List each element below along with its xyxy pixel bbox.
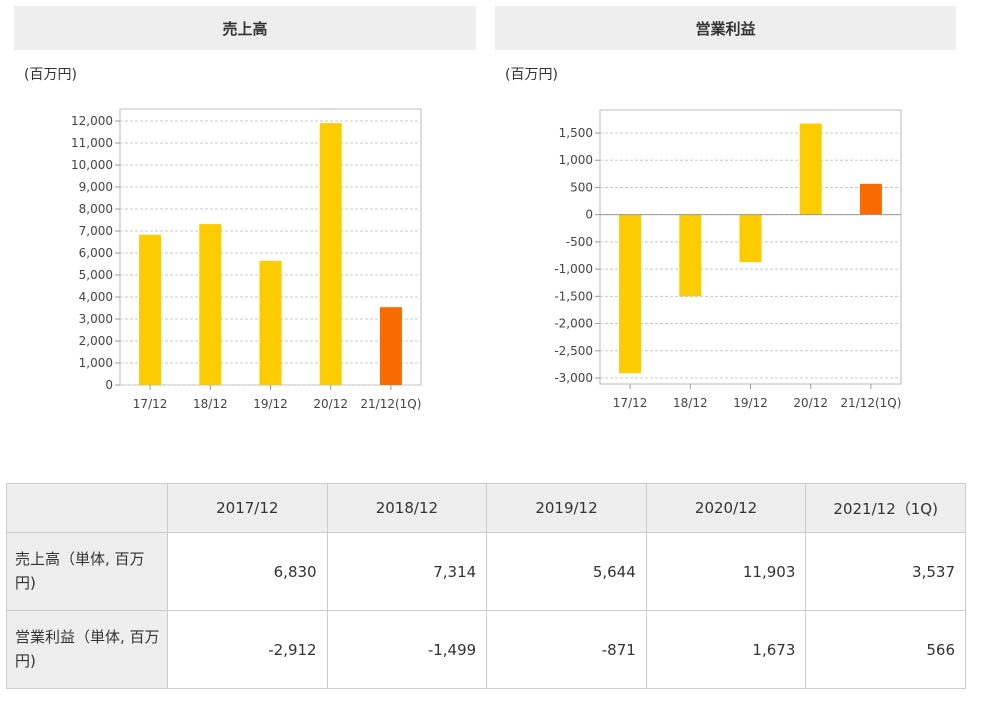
y-tick-label: -1,500 <box>554 289 593 303</box>
x-tick-label: 21/12(1Q) <box>840 396 901 410</box>
y-tick-label: -2,500 <box>554 344 593 358</box>
x-tick-label: 17/12 <box>613 396 648 410</box>
y-tick-label: -3,000 <box>554 371 593 385</box>
y-tick-label: 0 <box>585 208 593 222</box>
y-tick-label: -1,000 <box>554 262 593 276</box>
table-cell: 3,537 <box>805 532 966 611</box>
table-row-label: 営業利益（単体, 百万円) <box>6 610 168 689</box>
table-header-col-2020: 2020/12 <box>645 483 807 533</box>
table-cell: 566 <box>805 610 966 689</box>
table-row-sales: 売上高（単体, 百万円) 6,830 7,314 5,644 11,903 3,… <box>6 532 966 611</box>
table-header-col-2017: 2017/12 <box>167 483 328 533</box>
table-cell: 7,314 <box>326 532 488 611</box>
y-tick-label: -2,000 <box>554 317 593 331</box>
table-cell: 6,830 <box>167 532 328 611</box>
x-tick-label: 20/12 <box>793 396 828 410</box>
y-tick-label: 1,000 <box>559 153 593 167</box>
table-header-col-2018: 2018/12 <box>326 483 488 533</box>
bar <box>859 183 882 215</box>
bar <box>799 123 822 215</box>
table-header-col-2019: 2019/12 <box>486 483 647 533</box>
operating-profit-bar-chart: -3,000 -2,500 -2,000 -1,500 -1,000 -500 0 500 1,… <box>554 109 902 410</box>
table-cell: 11,903 <box>645 532 807 611</box>
bar <box>679 214 702 297</box>
bar <box>739 214 762 263</box>
y-tick-label: 500 <box>570 180 593 194</box>
table-cell: 1,673 <box>645 610 807 689</box>
table-row-operating-profit: 営業利益（単体, 百万円) -2,912 -1,499 -871 1,673 5… <box>6 610 966 689</box>
x-tick-label: 19/12 <box>733 396 768 410</box>
table-cell: -2,912 <box>167 610 328 689</box>
table-cell: -871 <box>486 610 647 689</box>
table-row-label: 売上高（単体, 百万円) <box>6 532 168 611</box>
table-header-col-2021: 2021/12（1Q) <box>805 483 966 533</box>
table-corner-cell <box>6 483 168 533</box>
table-header-row: 2017/12 2018/12 2019/12 2020/12 2021/12（… <box>6 483 966 533</box>
table-cell: 5,644 <box>486 532 647 611</box>
y-tick-label: 1,500 <box>559 126 593 140</box>
x-tick-label: 18/12 <box>673 396 708 410</box>
financial-table: 2017/12 2018/12 2019/12 2020/12 2021/12（… <box>6 483 966 689</box>
y-tick-label: -500 <box>566 235 593 249</box>
bar <box>619 214 642 374</box>
table-cell: -1,499 <box>326 610 488 689</box>
